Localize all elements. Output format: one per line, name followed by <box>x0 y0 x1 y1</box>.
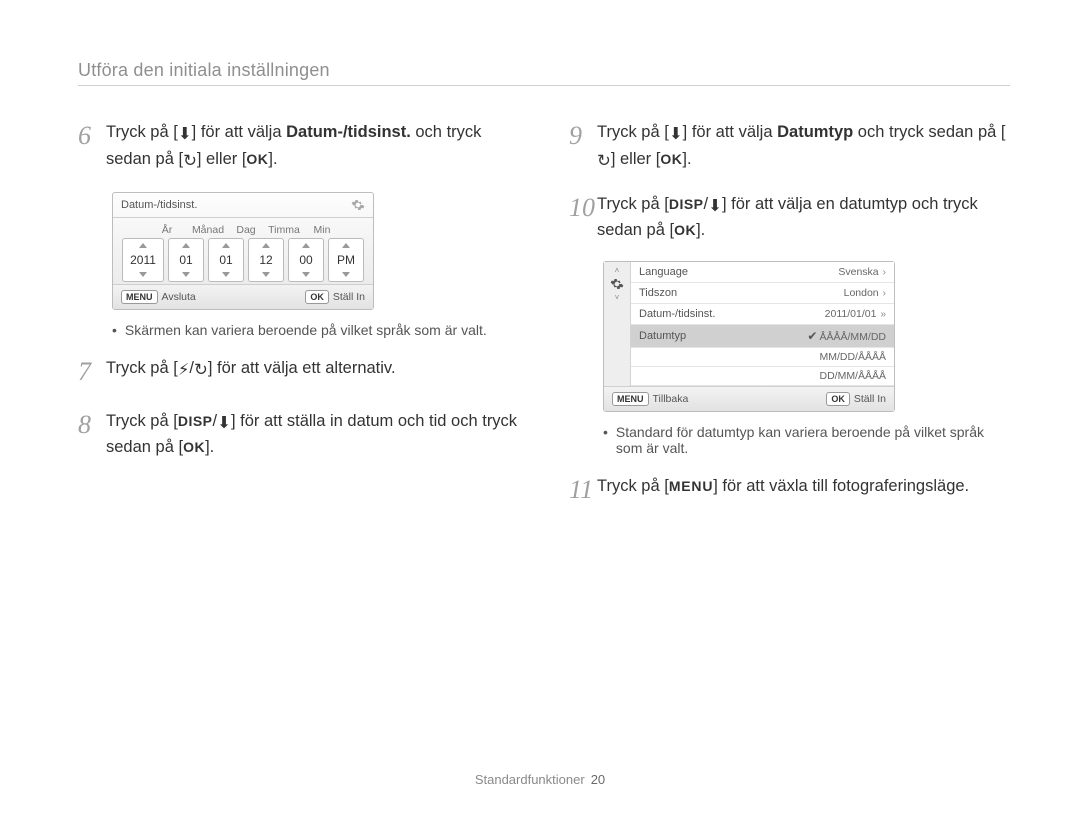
chevron-right-icon: › <box>883 267 886 278</box>
check-icon: ✔ <box>807 329 817 343</box>
ok-icon: OK <box>660 149 682 170</box>
step-number: 11 <box>569 470 597 509</box>
ok-icon: OK <box>674 220 696 241</box>
year-spinner[interactable]: 2011 <box>122 238 164 282</box>
date-format-option[interactable]: DD/MM/ÅÅÅÅ <box>631 367 894 386</box>
step-8: 8 Tryck på [DISP/⬇︎] för att ställa in d… <box>78 409 519 461</box>
settings-sidebar: ˄ ˅ <box>604 262 631 386</box>
step-number: 6 <box>78 116 106 174</box>
widget-title: Datum-/tidsinst. <box>121 199 197 211</box>
chevron-right-icon: » <box>880 309 886 320</box>
settings-body: ˄ ˅ Language Svenska› Tidszon London› <box>604 262 894 386</box>
day-spinner[interactable]: 01 <box>208 238 244 282</box>
datetime-values: 2011 01 01 12 00 PM <box>113 236 373 284</box>
down-icon: ⬇︎ <box>178 122 192 147</box>
step-10: 10 Tryck på [DISP/⬇︎] för att välja en d… <box>569 192 1010 244</box>
ok-key: OK <box>826 392 850 406</box>
widget-footer: MENUTillbaka OKStäll In <box>604 386 894 411</box>
settings-row-timezone[interactable]: Tidszon London› <box>631 283 894 304</box>
step-11-text: Tryck på [MENU] för att växla till fotog… <box>597 474 1010 509</box>
datetime-widget: Datum-/tidsinst. År Månad Dag Timma Min … <box>112 192 374 310</box>
widget-footer: MENUAvsluta OKStäll In <box>113 284 373 309</box>
gear-icon <box>351 198 365 212</box>
datetime-headers: År Månad Dag Timma Min <box>113 218 373 236</box>
settings-list: Language Svenska› Tidszon London› Datum-… <box>631 262 894 386</box>
ok-key: OK <box>305 290 329 304</box>
disp-icon: DISP <box>669 196 704 212</box>
bullet-icon: • <box>112 322 117 338</box>
chevron-right-icon: › <box>883 288 886 299</box>
step-9: 9 Tryck på [⬇︎] för att välja Datumtyp o… <box>569 120 1010 174</box>
step-6: 6 Tryck på [⬇︎] för att välja Datum-/tid… <box>78 120 519 174</box>
gear-icon <box>610 277 624 291</box>
step-10-text: Tryck på [DISP/⬇︎] för att välja en datu… <box>597 192 1010 244</box>
ampm-spinner[interactable]: PM <box>328 238 364 282</box>
note-2: • Standard för datumtyp kan variera bero… <box>603 424 1010 456</box>
step-8-text: Tryck på [DISP/⬇︎] för att ställa in dat… <box>106 409 519 461</box>
step-6-text: Tryck på [⬇︎] för att välja Datum-/tidsi… <box>106 120 519 174</box>
min-spinner[interactable]: 00 <box>288 238 324 282</box>
down-icon: ⬇︎ <box>708 194 722 219</box>
timer-icon: ↻ <box>194 358 208 383</box>
step-number: 9 <box>569 116 597 174</box>
page-title: Utföra den initiala inställningen <box>78 60 1010 86</box>
settings-row-language[interactable]: Language Svenska› <box>631 262 894 283</box>
menu-key: MENU <box>121 290 158 304</box>
flash-icon: ⚡︎ <box>178 358 190 383</box>
bullet-icon: • <box>603 424 608 456</box>
settings-row-datetype[interactable]: Datumtyp ✔ÅÅÅÅ/MM/DD <box>631 325 894 348</box>
ok-icon: OK <box>183 437 205 458</box>
step-number: 7 <box>78 352 106 391</box>
step-number: 10 <box>569 188 597 244</box>
step-7: 7 Tryck på [⚡︎/↻] för att välja ett alte… <box>78 356 519 391</box>
down-icon: ⬇︎ <box>669 122 683 147</box>
left-column: 6 Tryck på [⬇︎] för att välja Datum-/tid… <box>78 120 519 527</box>
menu-icon: MENU <box>669 478 713 494</box>
settings-widget: ˄ ˅ Language Svenska› Tidszon London› <box>603 261 895 412</box>
step-7-text: Tryck på [⚡︎/↻] för att välja ett altern… <box>106 356 519 391</box>
menu-key: MENU <box>612 392 649 406</box>
step-9-text: Tryck på [⬇︎] för att välja Datumtyp och… <box>597 120 1010 174</box>
month-spinner[interactable]: 01 <box>168 238 204 282</box>
caret-down-icon: ˅ <box>615 293 620 302</box>
timer-icon: ↻ <box>183 149 197 174</box>
disp-icon: DISP <box>178 413 213 429</box>
caret-up-icon: ˄ <box>615 266 620 275</box>
columns: 6 Tryck på [⬇︎] för att välja Datum-/tid… <box>78 120 1010 527</box>
right-column: 9 Tryck på [⬇︎] för att välja Datumtyp o… <box>569 120 1010 527</box>
hour-spinner[interactable]: 12 <box>248 238 284 282</box>
date-format-option[interactable]: MM/DD/ÅÅÅÅ <box>631 348 894 367</box>
note-1: • Skärmen kan variera beroende på vilket… <box>112 322 519 338</box>
timer-icon: ↻ <box>597 149 611 174</box>
widget-titlebar: Datum-/tidsinst. <box>113 193 373 218</box>
settings-row-datetime[interactable]: Datum-/tidsinst. 2011/01/01» <box>631 304 894 325</box>
page-footer: Standardfunktioner20 <box>0 772 1080 787</box>
manual-page: Utföra den initiala inställningen 6 Tryc… <box>0 0 1080 527</box>
step-11: 11 Tryck på [MENU] för att växla till fo… <box>569 474 1010 509</box>
ok-icon: OK <box>246 149 268 170</box>
step-number: 8 <box>78 405 106 461</box>
down-icon: ⬇︎ <box>217 411 231 436</box>
